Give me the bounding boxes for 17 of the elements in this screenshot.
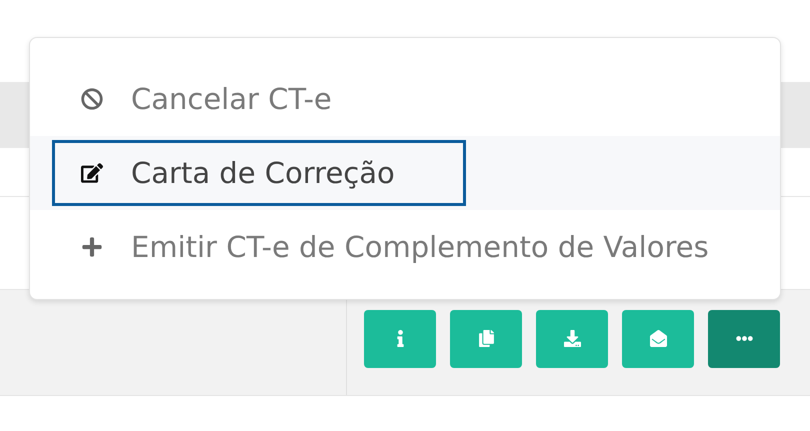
menu-item[interactable]: Carta de Correção: [30, 136, 780, 210]
menu-item[interactable]: Emitir CT-e de Complemento de Valores: [30, 210, 780, 284]
menu-item-label: Carta de Correção: [131, 156, 395, 190]
download-button[interactable]: [536, 310, 608, 368]
edit-icon: [81, 162, 103, 184]
envelope-icon: [650, 330, 666, 347]
download-icon: [564, 330, 580, 347]
plus-icon: [81, 236, 103, 258]
copy-button[interactable]: [450, 310, 522, 368]
menu-item[interactable]: Cancelar CT-e: [30, 62, 780, 136]
info-button[interactable]: [364, 310, 436, 368]
ban-icon: [81, 88, 103, 110]
more-options-button[interactable]: [708, 310, 780, 368]
menu-item-label: Cancelar CT-e: [131, 82, 332, 116]
copy-icon: [478, 330, 494, 347]
menu-item-label: Emitir CT-e de Complemento de Valores: [131, 230, 709, 264]
email-button[interactable]: [622, 310, 694, 368]
